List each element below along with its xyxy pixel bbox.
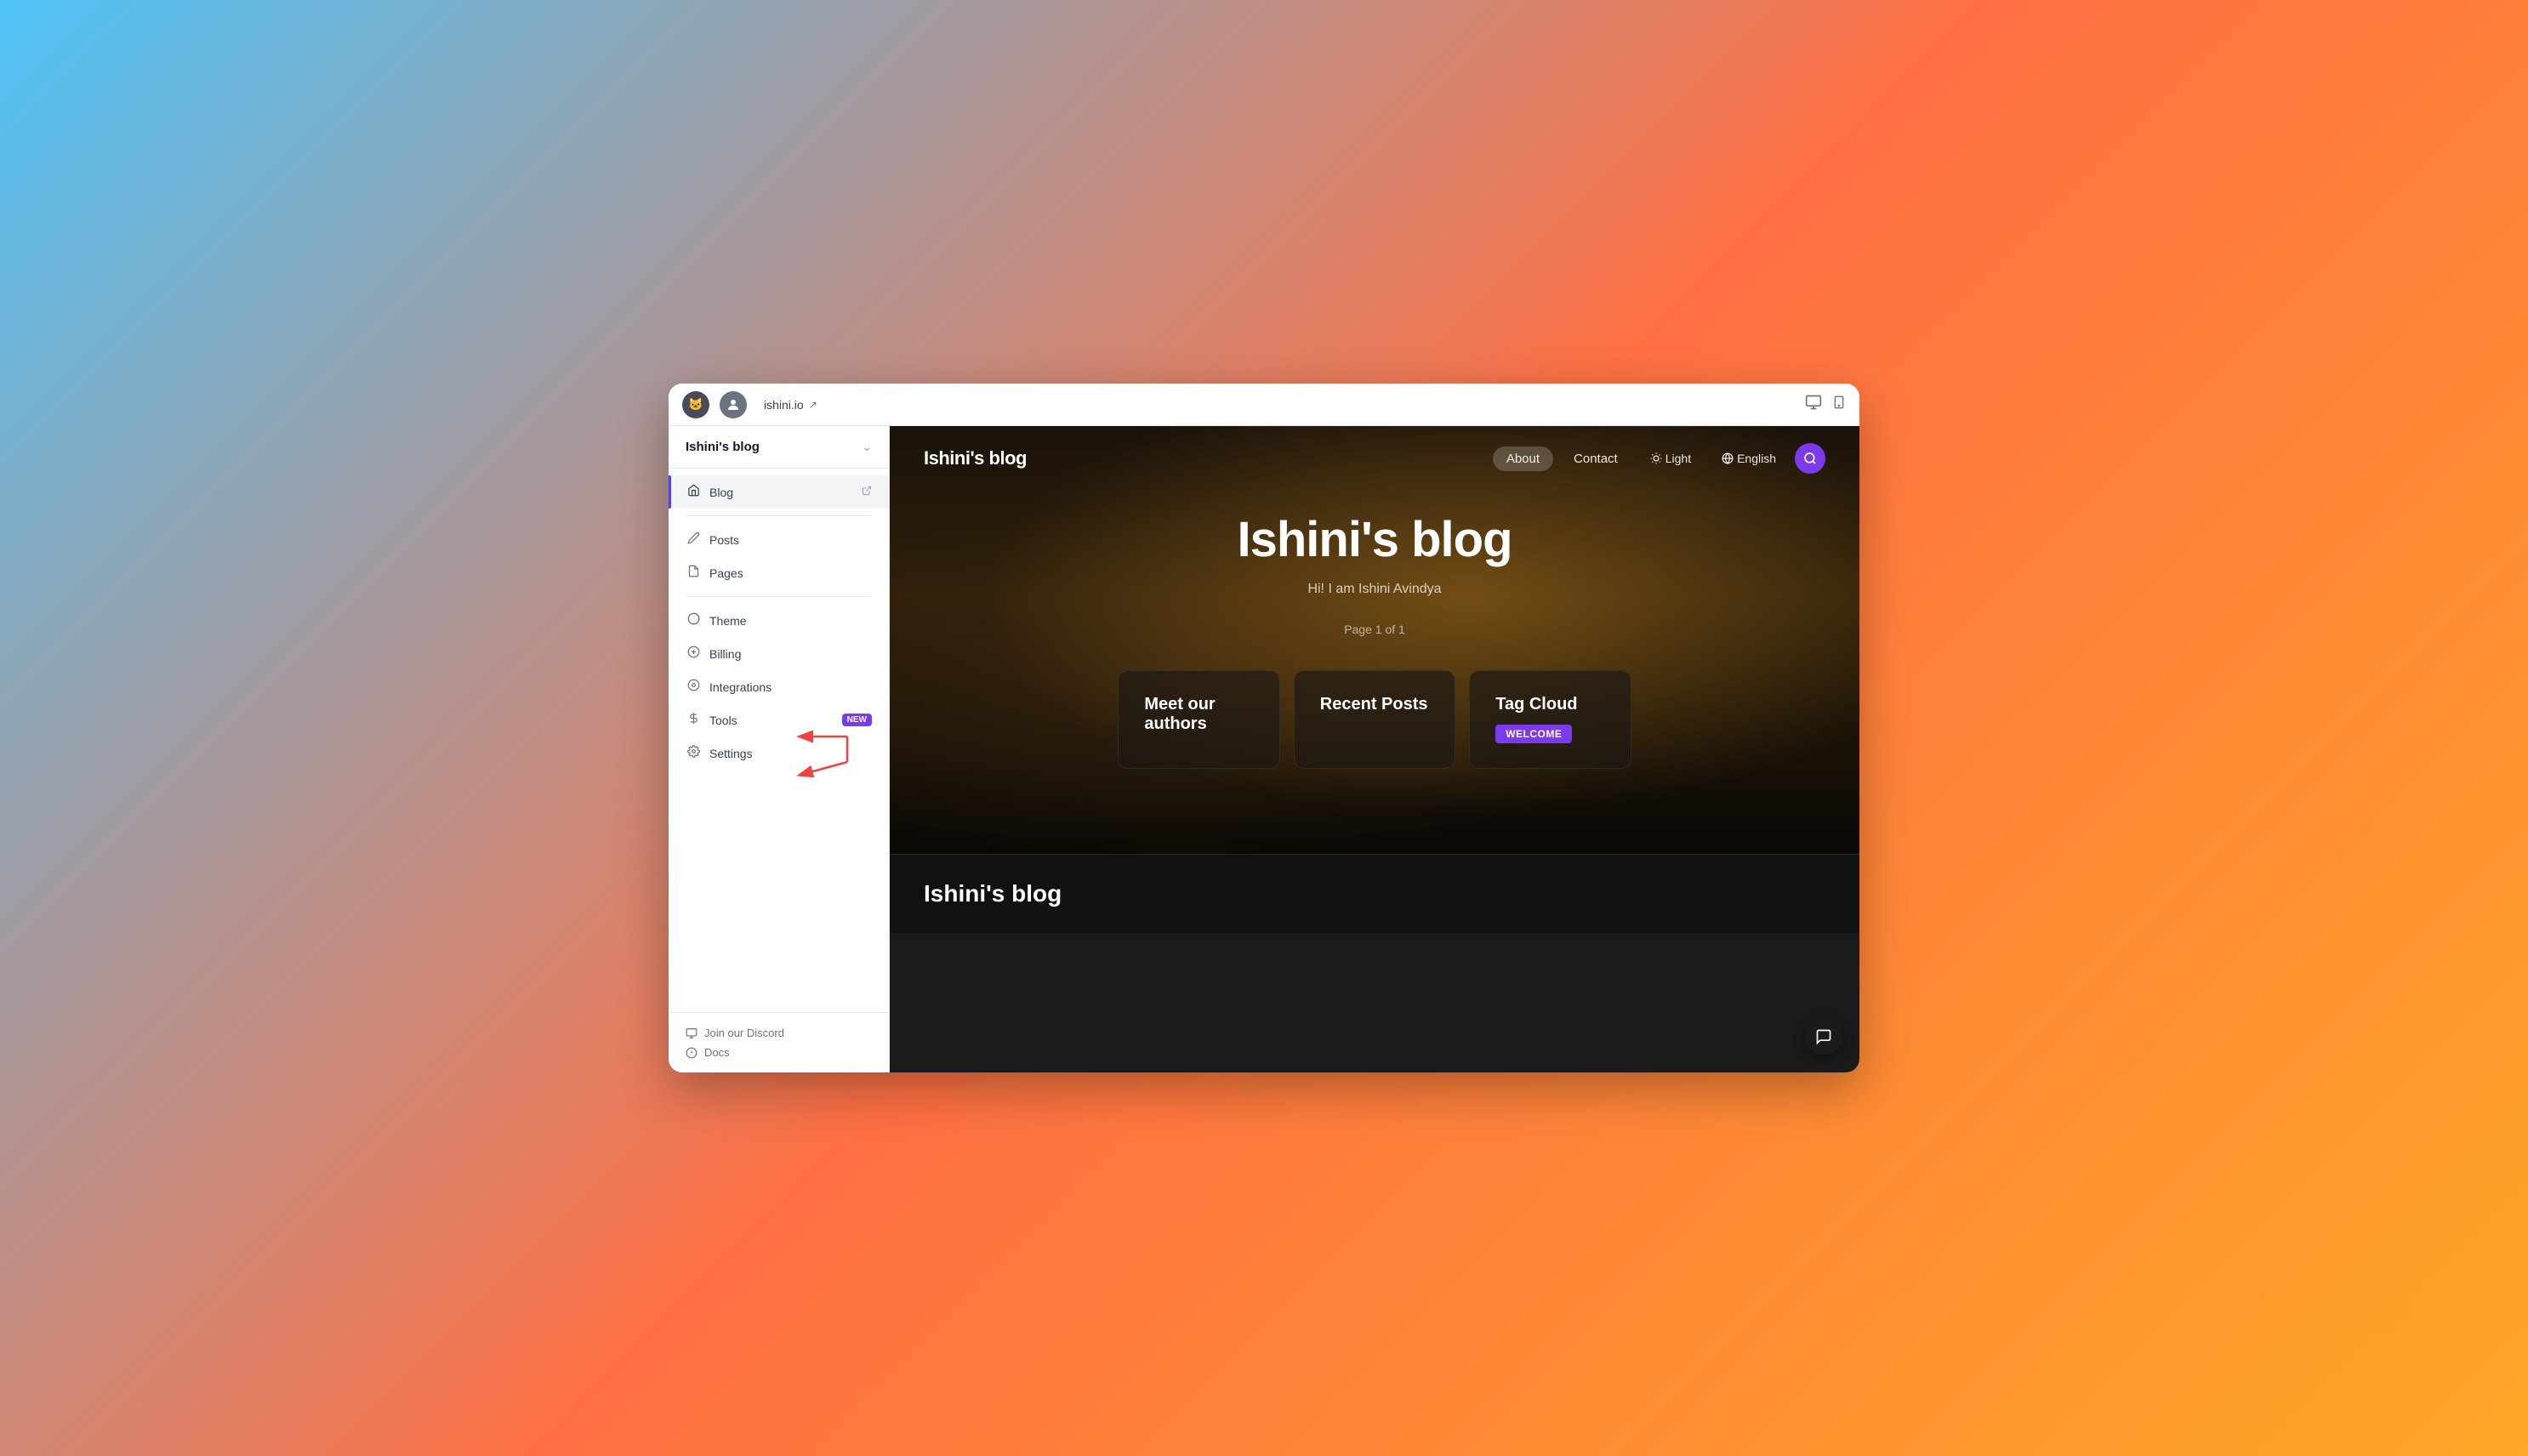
nav-contact[interactable]: Contact: [1560, 446, 1631, 471]
hero-title: Ishini's blog: [1237, 511, 1512, 568]
user-avatar[interactable]: [720, 391, 747, 418]
blog-navbar: Ishini's blog About Contact Light Englis…: [890, 426, 1859, 491]
pencil-icon: [686, 532, 701, 548]
blog-footer: Ishini's blog: [890, 854, 1859, 933]
sidebar-settings-label: Settings: [709, 747, 753, 760]
billing-icon: [686, 646, 701, 662]
content-area: Ishini's blog About Contact Light Englis…: [890, 426, 1859, 1072]
discord-link[interactable]: Join our Discord: [686, 1027, 872, 1039]
theme-icon: [686, 612, 701, 628]
sidebar-blog-label: Blog: [709, 486, 733, 499]
sidebar-divider-1: [686, 515, 872, 516]
settings-icon: [686, 745, 701, 761]
sidebar-item-integrations[interactable]: Integrations: [669, 670, 889, 703]
hero-page-info: Page 1 of 1: [1344, 623, 1405, 636]
blog-nav-links: About Contact Light English: [1493, 443, 1825, 474]
tools-icon: [686, 712, 701, 728]
sidebar-pages-label: Pages: [709, 566, 743, 580]
sidebar-item-tools[interactable]: Tools NEW: [669, 703, 889, 737]
blog-logo: Ishini's blog: [924, 447, 1027, 469]
tools-badge: NEW: [842, 714, 872, 726]
sidebar-tools-label: Tools: [709, 714, 737, 727]
top-bar: 🐱 ishini.io ↗: [669, 384, 1859, 426]
sidebar-nav: Blog Posts: [669, 469, 889, 1012]
sidebar-posts-label: Posts: [709, 533, 739, 547]
blog-footer-title: Ishini's blog: [924, 880, 1825, 907]
external-link-icon[interactable]: ↗: [809, 399, 817, 411]
lang-toggle[interactable]: English: [1710, 446, 1788, 470]
sidebar-item-billing[interactable]: Billing: [669, 637, 889, 670]
chat-button[interactable]: [1805, 1018, 1842, 1055]
discord-label: Join our Discord: [704, 1027, 784, 1039]
sidebar: Ishini's blog ⌄ Blog: [669, 426, 890, 1072]
sidebar-item-settings[interactable]: Settings: [669, 737, 889, 770]
widget-authors[interactable]: Meet our authors: [1118, 670, 1279, 769]
widget-tag-cloud-title: Tag Cloud: [1495, 695, 1604, 714]
tablet-icon[interactable]: [1832, 394, 1846, 415]
sidebar-item-pages[interactable]: Pages: [669, 556, 889, 589]
sidebar-billing-label: Billing: [709, 647, 741, 661]
integrations-icon: [686, 679, 701, 695]
widget-authors-title: Meet our authors: [1144, 695, 1253, 734]
home-icon: [686, 484, 701, 500]
blog-preview: Ishini's blog About Contact Light Englis…: [890, 426, 1859, 1072]
nav-about[interactable]: About: [1493, 446, 1553, 471]
hero-subtitle: Hi! I am Ishini Avindya: [1307, 582, 1441, 597]
blog-external-icon: [862, 486, 872, 498]
widget-tag-cloud[interactable]: Tag Cloud WELCOME: [1469, 670, 1631, 769]
light-toggle[interactable]: Light: [1638, 446, 1703, 470]
sidebar-item-theme[interactable]: Theme: [669, 604, 889, 637]
device-toggles: [1805, 394, 1846, 415]
file-icon: [686, 565, 701, 581]
sidebar-divider-2: [686, 596, 872, 597]
app-window: 🐱 ishini.io ↗ Ishini's blog ⌄: [669, 384, 1859, 1072]
monitor-icon[interactable]: [1805, 394, 1822, 415]
sidebar-item-posts[interactable]: Posts: [669, 523, 889, 556]
sidebar-header[interactable]: Ishini's blog ⌄: [669, 426, 889, 469]
url-text: ishini.io: [764, 398, 804, 412]
docs-label: Docs: [704, 1046, 730, 1059]
welcome-tag[interactable]: WELCOME: [1495, 725, 1572, 743]
sidebar-theme-label: Theme: [709, 614, 747, 628]
app-logo: 🐱: [682, 391, 709, 418]
widget-recent-posts[interactable]: Recent Posts: [1294, 670, 1455, 769]
sidebar-item-blog[interactable]: Blog: [669, 475, 889, 509]
widget-recent-posts-title: Recent Posts: [1320, 695, 1429, 714]
url-bar: ishini.io ↗: [764, 398, 817, 412]
sidebar-chevron-icon: ⌄: [862, 440, 872, 454]
sidebar-integrations-label: Integrations: [709, 680, 771, 694]
search-button[interactable]: [1795, 443, 1825, 474]
docs-link[interactable]: Docs: [686, 1046, 872, 1059]
main-layout: Ishini's blog ⌄ Blog: [669, 426, 1859, 1072]
sidebar-title: Ishini's blog: [686, 440, 760, 454]
widgets-row: Meet our authors Recent Posts Tag Cloud …: [1077, 670, 1671, 803]
sidebar-footer: Join our Discord Docs: [669, 1012, 889, 1072]
